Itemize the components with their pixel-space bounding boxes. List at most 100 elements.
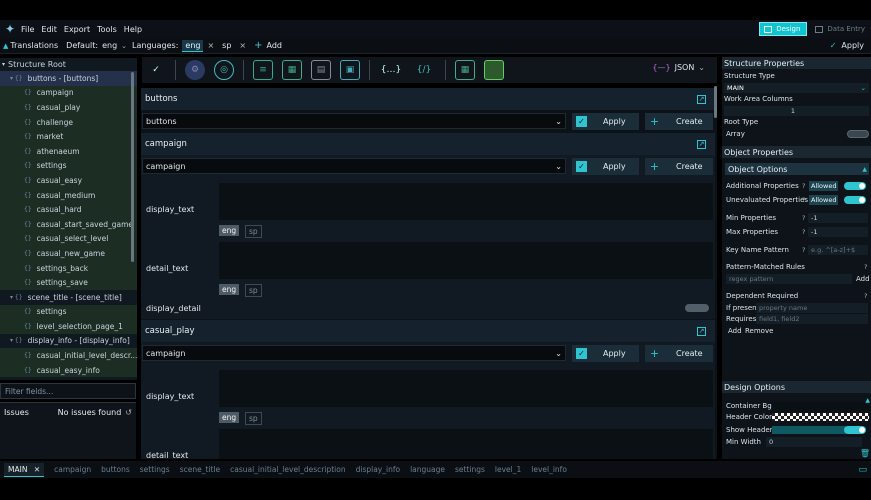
structure-type-select[interactable]: MAIN ⌄ [724, 83, 869, 93]
trash-icon[interactable]: 🗑 [860, 449, 870, 458]
data-entry-mode-button[interactable]: Data Entry [811, 22, 871, 36]
tab-language[interactable]: language [410, 465, 445, 474]
menu-help[interactable]: Help [124, 25, 142, 34]
tab-main[interactable]: MAIN ✕ [4, 462, 45, 477]
tree-item[interactable]: {} casual_easy [0, 173, 137, 188]
add-pattern-button[interactable]: Add [856, 275, 870, 283]
help-icon[interactable]: ? [802, 214, 805, 222]
regex-pattern-input[interactable]: regex pattern [726, 274, 852, 284]
language-chip-sp[interactable]: sp [222, 41, 231, 50]
key-name-pattern-input[interactable]: e.g. ^[a-z]+$ [808, 245, 868, 255]
work-area-columns-input[interactable]: 1 [724, 106, 869, 116]
tree-item[interactable]: {} challenge [0, 114, 137, 130]
close-icon[interactable]: × [207, 41, 214, 50]
show-header-toggle[interactable] [844, 426, 866, 434]
tree-group[interactable]: ▾ {} display_info - [display_info] [0, 334, 137, 349]
language-chip-eng[interactable]: eng [182, 39, 204, 52]
tree-item[interactable]: {} settings_save [0, 275, 137, 290]
image-icon[interactable]: ▣ [340, 60, 360, 80]
header-color-swatch[interactable] [772, 413, 869, 421]
display-text-input[interactable] [219, 183, 713, 220]
help-icon[interactable]: ? [802, 196, 805, 204]
tab-level-info[interactable]: level_info [531, 465, 567, 474]
design-mode-button[interactable]: Design [759, 22, 808, 36]
tab-campaign[interactable]: campaign [54, 465, 91, 474]
apply-translations-button[interactable]: ✓ Apply [830, 41, 868, 50]
array-braces-icon[interactable]: {/} [412, 60, 436, 80]
text-field-icon[interactable]: ≡ [253, 60, 273, 80]
lang-tab-eng[interactable]: eng [219, 412, 240, 423]
tree-item[interactable]: {} casual_new_game [0, 246, 137, 261]
close-icon[interactable]: × [239, 41, 246, 50]
apply-button[interactable]: ✓ Apply [572, 112, 639, 130]
container-bg-swatch[interactable] [772, 402, 869, 410]
filter-fields-input[interactable]: Filter fields... [0, 383, 136, 399]
calendar-icon[interactable]: ▦ [282, 60, 302, 80]
help-icon[interactable]: ? [864, 292, 867, 300]
tree-item[interactable]: {} casual_hard [0, 202, 137, 217]
apply-button[interactable]: ✓ Apply [572, 157, 639, 175]
create-button[interactable]: + Create [645, 112, 713, 130]
tab-scene-title[interactable]: scene_title [180, 465, 220, 474]
create-button[interactable]: + Create [645, 344, 713, 362]
tree-item[interactable]: {} casual_start_saved_game [0, 216, 137, 232]
unevaluated-properties-toggle[interactable] [844, 196, 866, 204]
tree-root[interactable]: ▾ Structure Root [0, 58, 137, 71]
help-icon[interactable]: ? [802, 246, 805, 254]
datetime-icon[interactable]: ▤ [311, 60, 331, 80]
tree-item[interactable]: {} casual_initial_level_descr... [0, 348, 137, 363]
tree-item[interactable]: {} market [0, 129, 137, 144]
work-area-scrollbar[interactable] [714, 86, 717, 118]
min-width-input[interactable]: 0 [766, 437, 862, 447]
tree-group[interactable]: ▾ {} scene_title - [scene_title] [0, 290, 137, 305]
table-icon[interactable]: ▦ [455, 60, 475, 80]
tab-settings[interactable]: settings [140, 465, 170, 474]
close-icon[interactable]: ✕ [34, 465, 40, 474]
tree-item[interactable]: {} settings_back [0, 260, 137, 276]
remove-dependency-button[interactable]: Remove [745, 327, 773, 335]
lang-tab-sp[interactable]: sp [245, 225, 262, 238]
display-text-input[interactable] [219, 370, 713, 407]
menu-tools[interactable]: Tools [97, 25, 117, 34]
expand-icon[interactable]: ↗ [697, 139, 706, 149]
detail-text-input[interactable] [219, 429, 713, 459]
display-detail-toggle[interactable] [685, 304, 709, 312]
apply-button[interactable]: ✓ Apply [572, 344, 639, 362]
tree-item[interactable]: {} settings [0, 158, 137, 174]
reference-select[interactable]: buttons ⌄ [142, 113, 566, 129]
tree-item[interactable]: {} casual_play [0, 100, 137, 115]
field-block-icon[interactable] [484, 60, 504, 80]
triangle-up-icon[interactable]: ▲ [3, 42, 8, 50]
tab-settings-2[interactable]: settings [455, 465, 485, 474]
tab-buttons[interactable]: buttons [101, 465, 130, 474]
translations-toggle[interactable]: Translations [10, 41, 58, 50]
reference-select[interactable]: campaign ⌄ [142, 345, 566, 361]
add-language-button[interactable]: Add [267, 41, 283, 50]
expand-icon[interactable]: ↗ [697, 326, 706, 336]
lang-tab-sp[interactable]: sp [245, 284, 262, 297]
tree-item[interactable]: {} athenaeum [0, 143, 137, 159]
triangle-up-icon[interactable]: ▲ [865, 397, 870, 404]
requires-input[interactable]: field1, field2 [756, 314, 868, 324]
lang-tab-sp[interactable]: sp [245, 412, 262, 425]
additional-properties-toggle[interactable] [844, 182, 866, 190]
gear-icon[interactable]: ⚙ [185, 60, 205, 80]
refresh-icon[interactable]: ↺ [125, 408, 132, 417]
globe-icon[interactable]: ◎ [214, 60, 234, 80]
tree-item[interactable]: {} campaign [0, 85, 137, 101]
min-properties-input[interactable]: -1 [808, 213, 868, 223]
reference-select[interactable]: campaign ⌄ [142, 158, 566, 174]
lang-tab-eng[interactable]: eng [219, 225, 240, 236]
format-select[interactable]: {—} JSON ⌄ [652, 63, 705, 72]
tree-item[interactable]: {} casual_easy_info [0, 362, 137, 378]
help-icon[interactable]: ? [864, 263, 867, 271]
default-language-select[interactable]: eng [102, 41, 117, 50]
tree-item[interactable]: {} settings [0, 304, 137, 320]
menu-export[interactable]: Export [64, 25, 90, 34]
tab-casual-initial-level-description[interactable]: casual_initial_level_description [230, 465, 345, 474]
tree-scrollbar[interactable] [131, 72, 134, 262]
root-type-toggle[interactable] [847, 130, 869, 138]
tree-item[interactable]: {} casual_medium [0, 187, 137, 203]
create-button[interactable]: + Create [645, 157, 713, 175]
max-properties-input[interactable]: -1 [808, 227, 868, 237]
